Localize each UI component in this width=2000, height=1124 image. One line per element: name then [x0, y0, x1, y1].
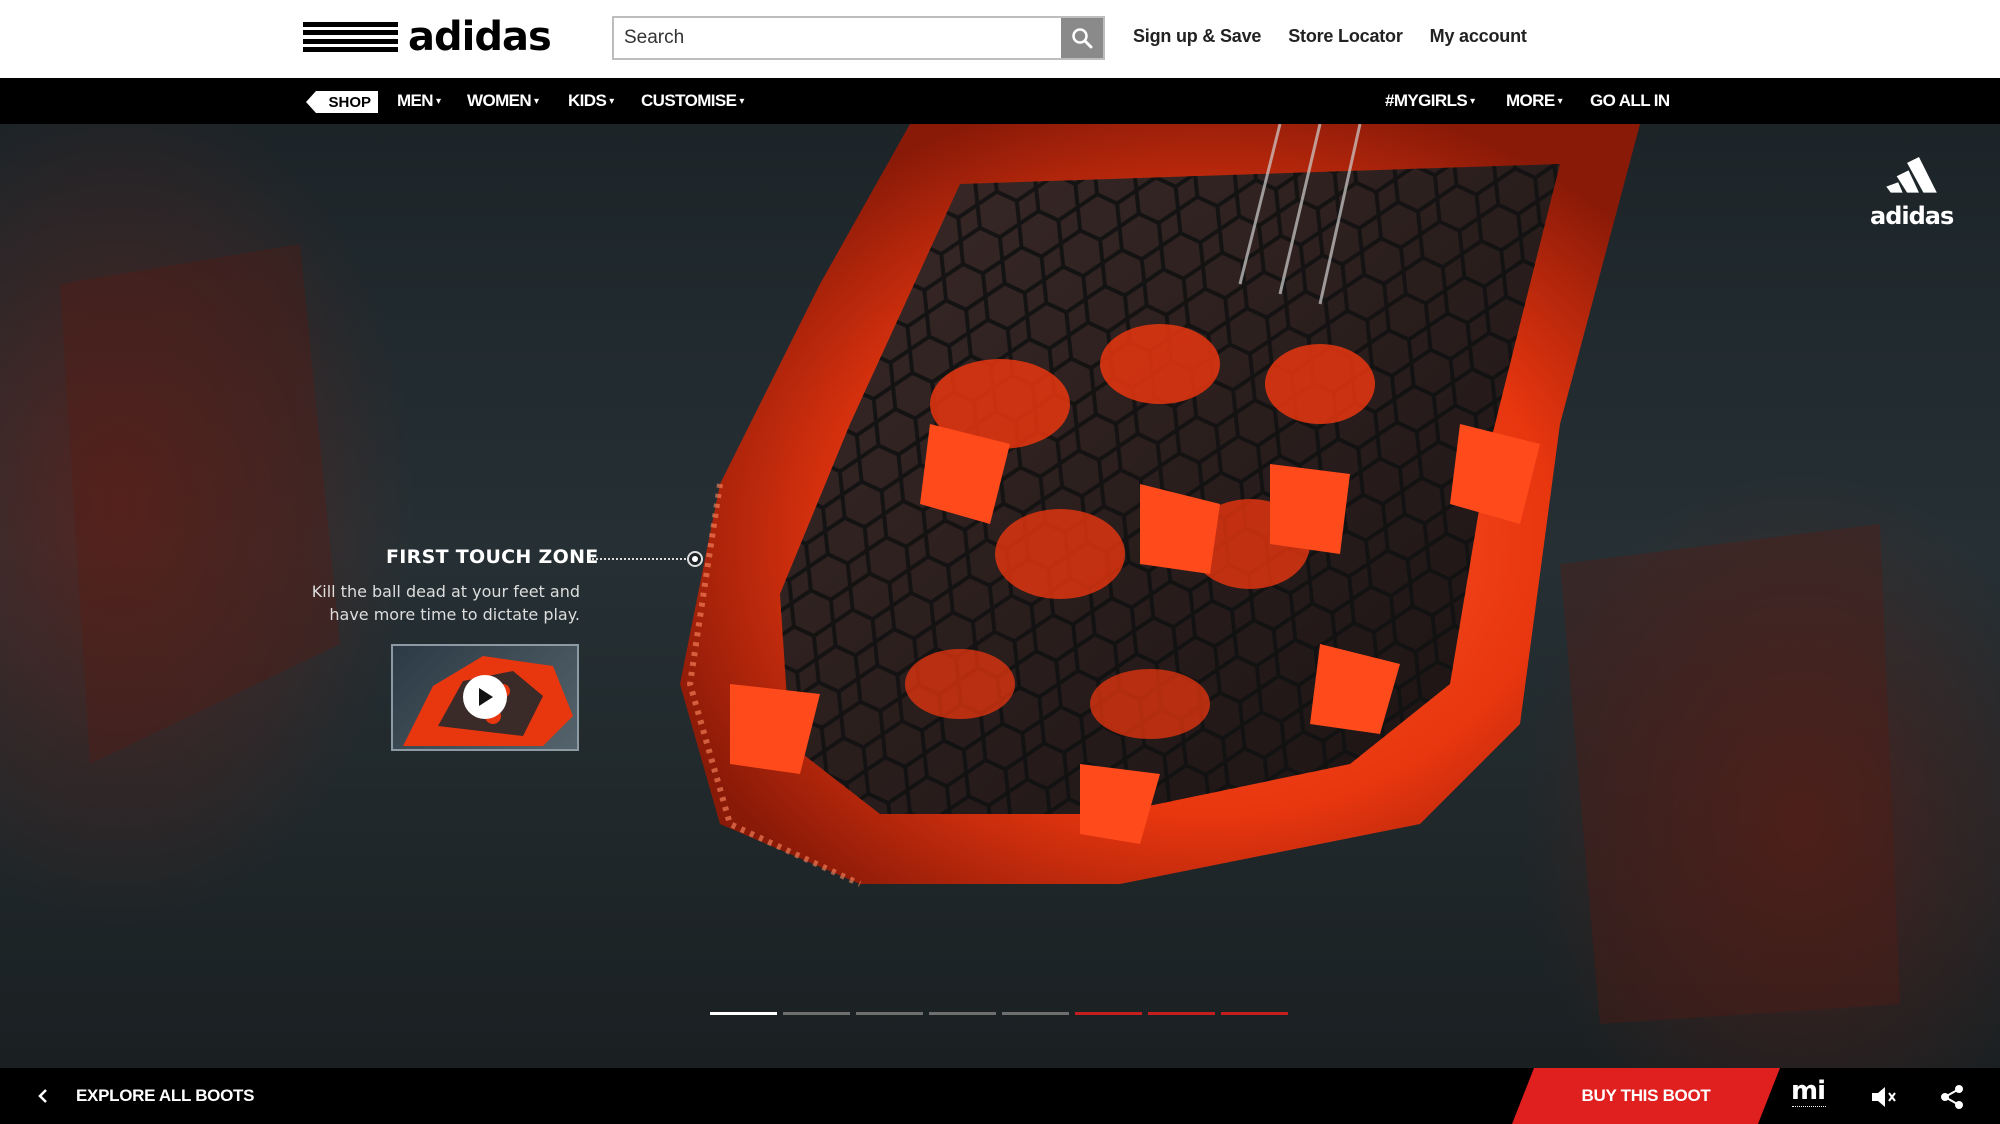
- pager-segment[interactable]: [1148, 1012, 1215, 1015]
- callout-description-line: have more time to dictate play.: [329, 605, 580, 624]
- nav-item-label: #MYGIRLS: [1385, 91, 1468, 110]
- explore-label: EXPLORE ALL BOOTS: [76, 1086, 255, 1105]
- main-nav: SHOP MEN ▾ WOMEN ▾ KIDS ▾ CUSTOMISE ▾ #MYGIR…: [0, 78, 2000, 124]
- nav-item-women[interactable]: WOMEN ▾: [467, 91, 539, 111]
- nav-item-label: GO ALL IN: [1590, 91, 1670, 110]
- chevron-down-icon: ▾: [609, 96, 614, 108]
- my-account-link[interactable]: My account: [1430, 26, 1527, 47]
- nav-item-label: CUSTOMISE: [641, 91, 737, 110]
- shop-tab[interactable]: SHOP: [306, 91, 378, 113]
- pager-segment[interactable]: [1221, 1012, 1288, 1015]
- corner-logo-text: adidas: [1870, 202, 1954, 230]
- search-box: [612, 16, 1105, 60]
- explore-all-boots-link[interactable]: EXPLORE ALL BOOTS: [38, 1086, 254, 1106]
- top-header: adidas Sign up & Save Store Locator My a…: [0, 0, 2000, 78]
- buy-this-boot-button[interactable]: BUY THIS BOOT: [1512, 1068, 1780, 1124]
- slide-pager: [710, 1012, 1288, 1015]
- account-links: Sign up & Save Store Locator My account: [1133, 26, 1527, 47]
- callout-connector: [589, 558, 689, 560]
- chevron-down-icon: ▾: [739, 96, 744, 108]
- nav-item-more[interactable]: MORE ▾: [1506, 91, 1563, 111]
- hotspot-marker[interactable]: [687, 551, 703, 567]
- nav-item-go-all-in[interactable]: GO ALL IN: [1590, 91, 1670, 111]
- adidas-logo[interactable]: adidas: [303, 14, 552, 60]
- nav-item-label: KIDS: [568, 91, 607, 110]
- search-button[interactable]: [1061, 18, 1103, 58]
- store-locator-link[interactable]: Store Locator: [1288, 26, 1403, 47]
- nav-item-label: WOMEN: [467, 91, 532, 110]
- chevron-down-icon: ▾: [534, 96, 539, 108]
- sign-up-link[interactable]: Sign up & Save: [1133, 26, 1261, 47]
- adidas-performance-logo-icon: [1886, 156, 1937, 193]
- bottom-bar: EXPLORE ALL BOOTS BUY THIS BOOT mi: [0, 1068, 2000, 1124]
- callout-description: Kill the ball dead at your feet and have…: [280, 580, 580, 626]
- share-icon[interactable]: [1937, 1082, 1967, 1112]
- nav-item-label: MEN: [397, 91, 434, 110]
- pager-segment[interactable]: [710, 1012, 777, 1015]
- nav-item-men[interactable]: MEN ▾: [397, 91, 441, 111]
- chevron-down-icon: ▾: [1470, 96, 1475, 108]
- chevron-left-icon: [38, 1089, 47, 1103]
- pager-segment[interactable]: [1075, 1012, 1142, 1015]
- hero-banner: adidas FIRST TOUCH ZONE Kill the ball de…: [0, 124, 2000, 1068]
- sound-mute-icon[interactable]: [1868, 1082, 1898, 1112]
- video-thumbnail[interactable]: [391, 644, 579, 751]
- play-button[interactable]: [463, 675, 507, 719]
- pager-segment[interactable]: [1002, 1012, 1069, 1015]
- play-icon: [479, 688, 493, 706]
- pager-segment[interactable]: [929, 1012, 996, 1015]
- search-icon: [1072, 28, 1093, 49]
- chevron-down-icon: ▾: [1557, 96, 1563, 108]
- nav-item-kids[interactable]: KIDS ▾: [568, 91, 614, 111]
- logo-text: adidas: [408, 14, 552, 60]
- nav-item-mygirls[interactable]: #MYGIRLS ▾: [1385, 91, 1475, 111]
- mi-logo-underline: [1792, 1106, 1826, 1109]
- callout-title: FIRST TOUCH ZONE: [386, 546, 599, 568]
- chevron-down-icon: ▾: [435, 96, 441, 108]
- nav-item-label: MORE: [1506, 91, 1555, 110]
- nav-item-customise[interactable]: CUSTOMISE ▾: [641, 91, 744, 111]
- callout-description-line: Kill the ball dead at your feet and: [311, 582, 580, 601]
- search-input[interactable]: [614, 18, 1061, 58]
- pager-segment[interactable]: [856, 1012, 923, 1015]
- mi-adidas-logo[interactable]: mi: [1791, 1078, 1826, 1104]
- three-stripes-icon: [303, 22, 398, 52]
- pager-segment[interactable]: [783, 1012, 850, 1015]
